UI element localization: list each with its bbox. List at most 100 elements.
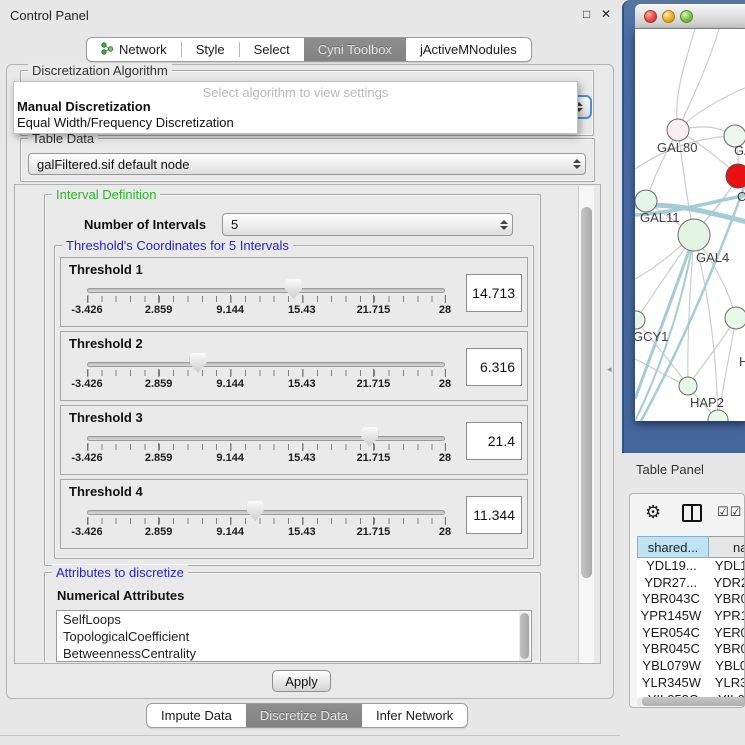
- tab-infer-network[interactable]: Infer Network: [362, 704, 467, 727]
- network-window: GAL80 GA C GAL11 GAL4 GCY1 H HAP2: [622, 0, 745, 453]
- bottom-tab-strip: Impute Data Discretize Data Infer Networ…: [146, 703, 468, 728]
- table-row[interactable]: YLR345WYLR3: [637, 675, 745, 692]
- node-gal4[interactable]: [678, 219, 710, 251]
- tick-label: -3.426: [71, 304, 102, 316]
- scrollbar-thumb[interactable]: [520, 613, 529, 659]
- node-gal80[interactable]: [667, 119, 689, 141]
- number-of-intervals-label: Number of Intervals: [84, 217, 206, 232]
- node-label: GAL11: [640, 210, 680, 225]
- slider-ticks: [87, 296, 446, 302]
- network-canvas[interactable]: GAL80 GA C GAL11 GAL4 GCY1 H HAP2: [635, 29, 745, 421]
- list-item-betweennesscentrality[interactable]: BetweennessCentrality: [57, 645, 531, 662]
- tick-label: 9.144: [216, 452, 244, 464]
- threshold-3-value-field[interactable]: 21.4: [466, 422, 522, 460]
- node-label: GAL4: [696, 250, 729, 265]
- table-row[interactable]: YER054CYER0: [637, 625, 745, 642]
- threshold-2-slider-track[interactable]: [87, 362, 445, 367]
- algorithm-option-manual[interactable]: Manual Discretization: [14, 99, 577, 115]
- combobox-stepper-icon: [496, 214, 512, 235]
- tab-network[interactable]: Network: [87, 38, 181, 61]
- tab-discretize-data[interactable]: Discretize Data: [246, 704, 362, 727]
- slider-ticks: [87, 370, 446, 376]
- table-rows: YDL19...YDL1 YDR27...YDR2 YBR043CYBR0 YP…: [637, 558, 745, 698]
- node-label: GCY1: [635, 329, 668, 344]
- close-traffic-light-icon[interactable]: [644, 10, 657, 23]
- table-data-combobox[interactable]: galFiltered.sif default node: [28, 153, 586, 175]
- tick-label: 15.43: [288, 304, 316, 316]
- tab-select[interactable]: Select: [240, 38, 304, 61]
- control-panel: Control Panel □ ✕ Network Style Select C…: [0, 0, 620, 745]
- threshold-row-1: Threshold 1 -3.426 2.859 9.144 15.43 21.…: [60, 257, 528, 327]
- list-item-selfloops[interactable]: SelfLoops: [57, 611, 531, 628]
- threshold-4-label: Threshold 4: [69, 484, 143, 499]
- threshold-4-value-field[interactable]: 11.344: [466, 496, 522, 534]
- tick-label: 15.43: [288, 452, 316, 464]
- tick-label: 9.144: [216, 304, 244, 316]
- thresholds-group-title: Threshold's Coordinates for 5 Intervals: [62, 238, 293, 253]
- node-gcy1[interactable]: [635, 311, 645, 329]
- tab-impute-data[interactable]: Impute Data: [147, 704, 246, 727]
- table-row[interactable]: YBR043CYBR0: [637, 591, 745, 608]
- table-data-value: galFiltered.sif default node: [29, 157, 569, 172]
- node-label: HAP2: [690, 395, 724, 410]
- tab-jactivemnodules[interactable]: jActiveMNodules: [406, 38, 531, 61]
- scrollbar-thumb[interactable]: [581, 207, 592, 578]
- tick-label: 9.144: [216, 378, 244, 390]
- tick-label: 2.859: [145, 378, 173, 390]
- node-label: GA: [734, 143, 745, 158]
- table-header: shared... na: [637, 536, 745, 558]
- minimize-traffic-light-icon[interactable]: [662, 10, 675, 23]
- column-header-name[interactable]: na: [709, 536, 745, 558]
- table-row[interactable]: YDR27...YDR2: [637, 575, 745, 592]
- panel-title: Control Panel: [10, 8, 89, 23]
- number-of-intervals-combobox[interactable]: 5: [222, 213, 513, 236]
- apply-button[interactable]: Apply: [272, 670, 331, 692]
- algorithm-option-equal-width[interactable]: Equal Width/Frequency Discretization: [14, 115, 577, 131]
- tick-label: 28: [439, 452, 451, 464]
- float-window-icon[interactable]: □: [583, 7, 590, 21]
- node-label: H: [739, 354, 745, 369]
- threshold-row-2: Threshold 2 -3.426 2.859 9.144 15.43 21.…: [60, 331, 528, 401]
- node-hap2[interactable]: [679, 377, 697, 395]
- tab-cyni-toolbox[interactable]: Cyni Toolbox: [304, 38, 406, 61]
- gear-icon[interactable]: ⚙: [645, 502, 661, 523]
- node-label: GAL80: [657, 140, 697, 155]
- threshold-row-4: Threshold 4 -3.426 2.859 9.144 15.43 21.…: [60, 479, 528, 549]
- threshold-1-label: Threshold 1: [69, 262, 143, 277]
- algorithm-placeholder: Select algorithm to view settings: [14, 82, 577, 99]
- table-row[interactable]: YBR045CYBR0: [637, 641, 745, 658]
- network-icon: [101, 42, 114, 58]
- list-vertical-scrollbar[interactable]: [519, 612, 530, 662]
- table-row[interactable]: YDL19...YDL1: [637, 558, 745, 575]
- numerical-attributes-list: SelfLoops TopologicalCoefficient Between…: [56, 610, 532, 662]
- node-gal11[interactable]: [635, 190, 657, 212]
- algorithm-dropdown-popup: Select algorithm to view settings Manual…: [13, 81, 578, 134]
- close-icon[interactable]: ✕: [601, 7, 611, 21]
- threshold-2-value-field[interactable]: 6.316: [466, 348, 522, 386]
- node-clipped-right-h[interactable]: [725, 307, 745, 329]
- tab-style[interactable]: Style: [182, 38, 239, 61]
- tick-label: -3.426: [71, 452, 102, 464]
- list-item-topologicalcoefficient[interactable]: TopologicalCoefficient: [57, 628, 531, 645]
- network-nodes[interactable]: [635, 119, 745, 421]
- table-horizontal-scrollbar[interactable]: [637, 697, 743, 706]
- threshold-1-value-field[interactable]: 14.713: [466, 274, 522, 312]
- split-pane-grip-icon[interactable]: ◂: [607, 364, 612, 375]
- settings-vertical-scrollbar[interactable]: [578, 186, 594, 663]
- table-row[interactable]: YBL079WYBL0: [637, 658, 745, 675]
- threshold-1-slider-track[interactable]: [87, 288, 445, 293]
- zoom-traffic-light-icon[interactable]: [680, 10, 693, 23]
- threshold-3-slider-track[interactable]: [87, 436, 445, 441]
- split-panel-icon[interactable]: [682, 504, 702, 522]
- node-selected-red[interactable]: [726, 164, 745, 188]
- slider-ticks: [87, 518, 446, 524]
- table-row[interactable]: YPR145WYPR1: [637, 608, 745, 625]
- column-header-shared-name[interactable]: shared...: [637, 536, 709, 558]
- threshold-4-slider-track[interactable]: [87, 510, 445, 515]
- scrollbar-thumb[interactable]: [642, 697, 745, 706]
- threshold-3-label: Threshold 3: [69, 410, 143, 425]
- tick-label: -3.426: [71, 378, 102, 390]
- checkbox-icons[interactable]: ☑☑: [717, 504, 742, 520]
- network-window-titlebar[interactable]: [635, 4, 745, 29]
- tick-label: 28: [439, 304, 451, 316]
